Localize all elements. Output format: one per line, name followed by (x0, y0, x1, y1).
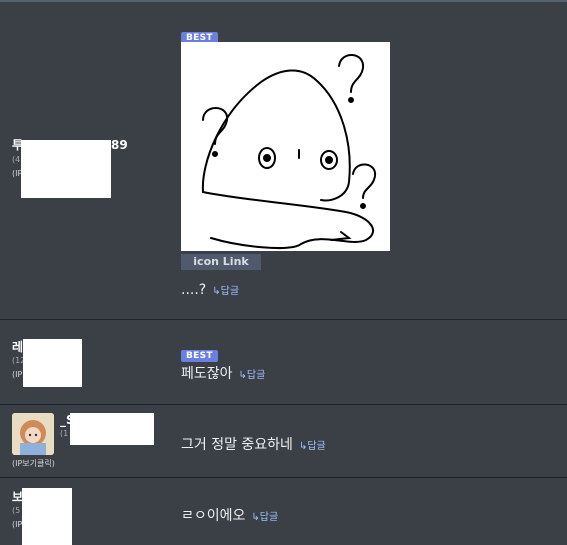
comment-body: 그거 정말 중요하네 ↳답글 (181, 434, 326, 454)
comment-image[interactable] (181, 42, 390, 251)
best-badge: BEST (181, 343, 218, 362)
comment-text: ....? (181, 282, 207, 298)
comment-text: 페도잖아 (181, 366, 233, 382)
best-label: BEST (181, 350, 218, 362)
comment-text: 그거 정말 중요하네 (181, 437, 293, 453)
comment-row: _S (1 (IP보기클릭) 그거 정말 중요하네 ↳답글 (0, 405, 567, 478)
reply-link[interactable]: ↳답글 (251, 512, 278, 523)
icon-link-button[interactable]: icon Link (181, 254, 261, 270)
comment-body: 페도잖아 ↳답글 (181, 363, 265, 383)
reply-link[interactable]: ↳답글 (212, 286, 239, 297)
redaction-box (22, 488, 72, 545)
redaction-box (70, 413, 154, 445)
redaction-box (23, 339, 82, 387)
reply-link[interactable]: ↳답글 (239, 370, 266, 381)
user-avatar[interactable] (12, 413, 54, 455)
comment-row: 보 (5 (IP ㄹㅇ이에오 ↳답글 (0, 478, 567, 545)
question-doodle-image (201, 54, 377, 249)
redaction-box (21, 140, 111, 198)
author-name-suffix: 89 (111, 138, 128, 152)
author-ip[interactable]: (IP보기클릭) (12, 458, 55, 469)
comment-body: ....? ↳답글 (181, 279, 239, 298)
comment-row: 투 89 (4 (IP BEST icon Link ....? ↳답글 (0, 2, 567, 320)
reply-link[interactable]: ↳답글 (299, 441, 326, 452)
comment-text: ㄹㅇ이에오 (181, 508, 246, 524)
avatar-icon (12, 413, 54, 455)
comment-row: 레 (12 (IP BEST 페도잖아 ↳답글 (0, 320, 567, 405)
comment-body: ㄹㅇ이에오 ↳답글 (181, 505, 278, 525)
